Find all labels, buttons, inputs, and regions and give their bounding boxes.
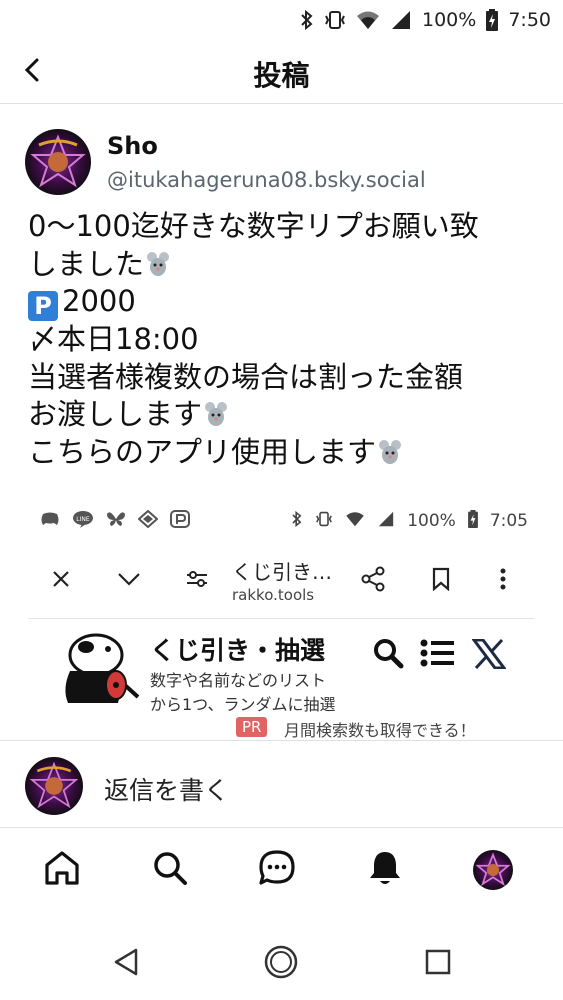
- app-header: 投稿: [0, 40, 563, 104]
- post-line: P 2000: [28, 283, 548, 321]
- status-bar: 100% 7:50: [0, 0, 563, 40]
- post-line: しました: [28, 246, 548, 284]
- post-line: 〆本日18:00: [28, 322, 199, 356]
- otter-guitar-logo: [58, 627, 144, 711]
- site-subtitle: 数字や名前などのリスト: [150, 671, 327, 690]
- nav-profile[interactable]: [473, 850, 513, 890]
- post-line: 当選者様複数の場合は割った金額: [28, 359, 464, 394]
- site-subtitle: から1つ、ランダムに抽選: [150, 695, 336, 714]
- diamond-icon: [137, 509, 159, 533]
- discord-icon: [40, 511, 60, 532]
- embed-site-header: くじ引き・抽選 数字や名前などのリスト から1つ、ランダムに抽選 PR 月間検索…: [28, 619, 534, 740]
- back-triangle-icon[interactable]: [108, 944, 144, 980]
- attached-image[interactable]: LINE 100% 7:05 くじ引き… rakko.tools くじ引き・抽選…: [28, 502, 534, 740]
- parking-icon: P: [28, 291, 58, 321]
- embed-page-url: rakko.tools: [232, 586, 315, 604]
- more-vertical-icon: [488, 564, 518, 594]
- system-nav-bar: [0, 918, 563, 1000]
- tune-icon: [182, 564, 212, 594]
- mouse-emoji-icon: [144, 250, 172, 278]
- post-text: 0〜100迄好きな数字リプお願い致 しました P 2000 〆本日18:00 当選…: [28, 208, 548, 471]
- post-line: お渡しします: [28, 396, 548, 434]
- nav-notifications[interactable]: [365, 850, 405, 890]
- svg-text:LINE: LINE: [76, 516, 90, 523]
- embed-vibrate-icon: [315, 511, 333, 532]
- recents-square-icon[interactable]: [420, 944, 456, 980]
- share-icon: [358, 564, 388, 594]
- page-title: 投稿: [253, 59, 310, 92]
- post-line: 0〜100迄好きな数字リプお願い致: [28, 209, 479, 243]
- paypay-icon: [170, 509, 190, 533]
- embed-browser-toolbar: くじ引き… rakko.tools: [28, 554, 534, 606]
- bookmark-icon: [426, 564, 456, 594]
- bottom-nav: [0, 828, 563, 918]
- post-line: こちらのアプリ使用します: [28, 434, 548, 472]
- author-avatar[interactable]: [25, 129, 91, 195]
- chat-icon: [258, 849, 296, 891]
- my-avatar: [25, 757, 83, 815]
- author-name[interactable]: Sho: [107, 132, 158, 160]
- embed-bluetooth-icon: [291, 510, 303, 532]
- reply-composer[interactable]: 返信を書く: [0, 740, 563, 828]
- nav-home[interactable]: [42, 850, 82, 890]
- pr-badge: PR: [236, 717, 268, 737]
- nav-search[interactable]: [150, 850, 190, 890]
- mouse-emoji-icon: [202, 400, 230, 428]
- chevron-down-icon: [114, 564, 144, 594]
- bell-icon: [366, 849, 404, 891]
- embed-signal-icon: [377, 511, 395, 532]
- menu-icon: [420, 639, 454, 671]
- home-icon: [43, 849, 81, 891]
- status-icons: 100% 7:50: [300, 8, 551, 32]
- site-title: くじ引き・抽選: [150, 636, 326, 665]
- author-handle[interactable]: @itukahageruna08.bsky.social: [107, 168, 426, 192]
- signal-icon: [390, 10, 412, 30]
- embed-clock: 7:05: [489, 511, 528, 531]
- line-icon: LINE: [72, 510, 94, 533]
- embed-status-bar: LINE 100% 7:05: [40, 508, 528, 534]
- x-logo-icon: [471, 638, 507, 673]
- pr-text: 月間検索数も取得できる！: [284, 721, 476, 740]
- clock: 7:50: [508, 9, 551, 31]
- post: Sho @itukahageruna08.bsky.social 0〜100迄好…: [0, 104, 563, 740]
- close-icon: [46, 564, 76, 594]
- search-icon: [372, 637, 404, 673]
- profile-avatar: [473, 850, 513, 890]
- reply-input[interactable]: 返信を書く: [104, 771, 229, 807]
- embed-wifi-icon: [345, 511, 365, 532]
- search-icon: [151, 849, 189, 891]
- bluetooth-icon: [300, 10, 314, 30]
- butterfly-icon: [106, 511, 126, 532]
- embed-page-title: くじ引き…: [232, 560, 332, 584]
- nav-chat[interactable]: [257, 850, 297, 890]
- battery-charging-icon: [486, 9, 499, 31]
- embed-battery-icon: [467, 509, 478, 533]
- home-circle-icon[interactable]: [263, 944, 299, 980]
- embed-battery-percent: 100%: [407, 511, 456, 531]
- wifi-icon: [356, 10, 380, 30]
- vibrate-icon: [324, 10, 346, 30]
- battery-percent: 100%: [422, 9, 477, 31]
- mouse-emoji-icon: [376, 438, 404, 466]
